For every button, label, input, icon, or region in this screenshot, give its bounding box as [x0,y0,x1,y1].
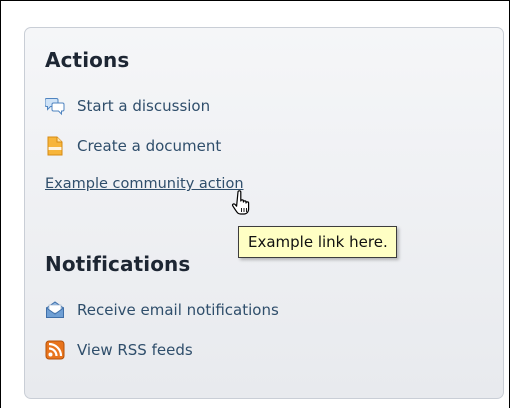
actions-heading: Actions [45,48,130,72]
document-icon [45,136,65,156]
view-rss-feeds-label: View RSS feeds [77,341,193,359]
example-community-action-link[interactable]: Example community action [45,176,244,192]
discussion-bubbles-icon [45,96,65,116]
rss-feed-icon [45,340,65,360]
create-document-link[interactable]: Create a document [45,135,221,157]
receive-email-notifications-label: Receive email notifications [77,301,279,319]
view-rss-feeds-link[interactable]: View RSS feeds [45,339,193,361]
start-discussion-link[interactable]: Start a discussion [45,95,210,117]
create-document-label: Create a document [77,137,222,155]
start-discussion-label: Start a discussion [77,97,211,115]
email-envelope-icon [45,300,65,320]
hand-cursor-icon [231,190,250,215]
link-tooltip: Example link here. [238,226,397,258]
receive-email-notifications-link[interactable]: Receive email notifications [45,299,279,321]
notifications-heading: Notifications [45,252,191,276]
